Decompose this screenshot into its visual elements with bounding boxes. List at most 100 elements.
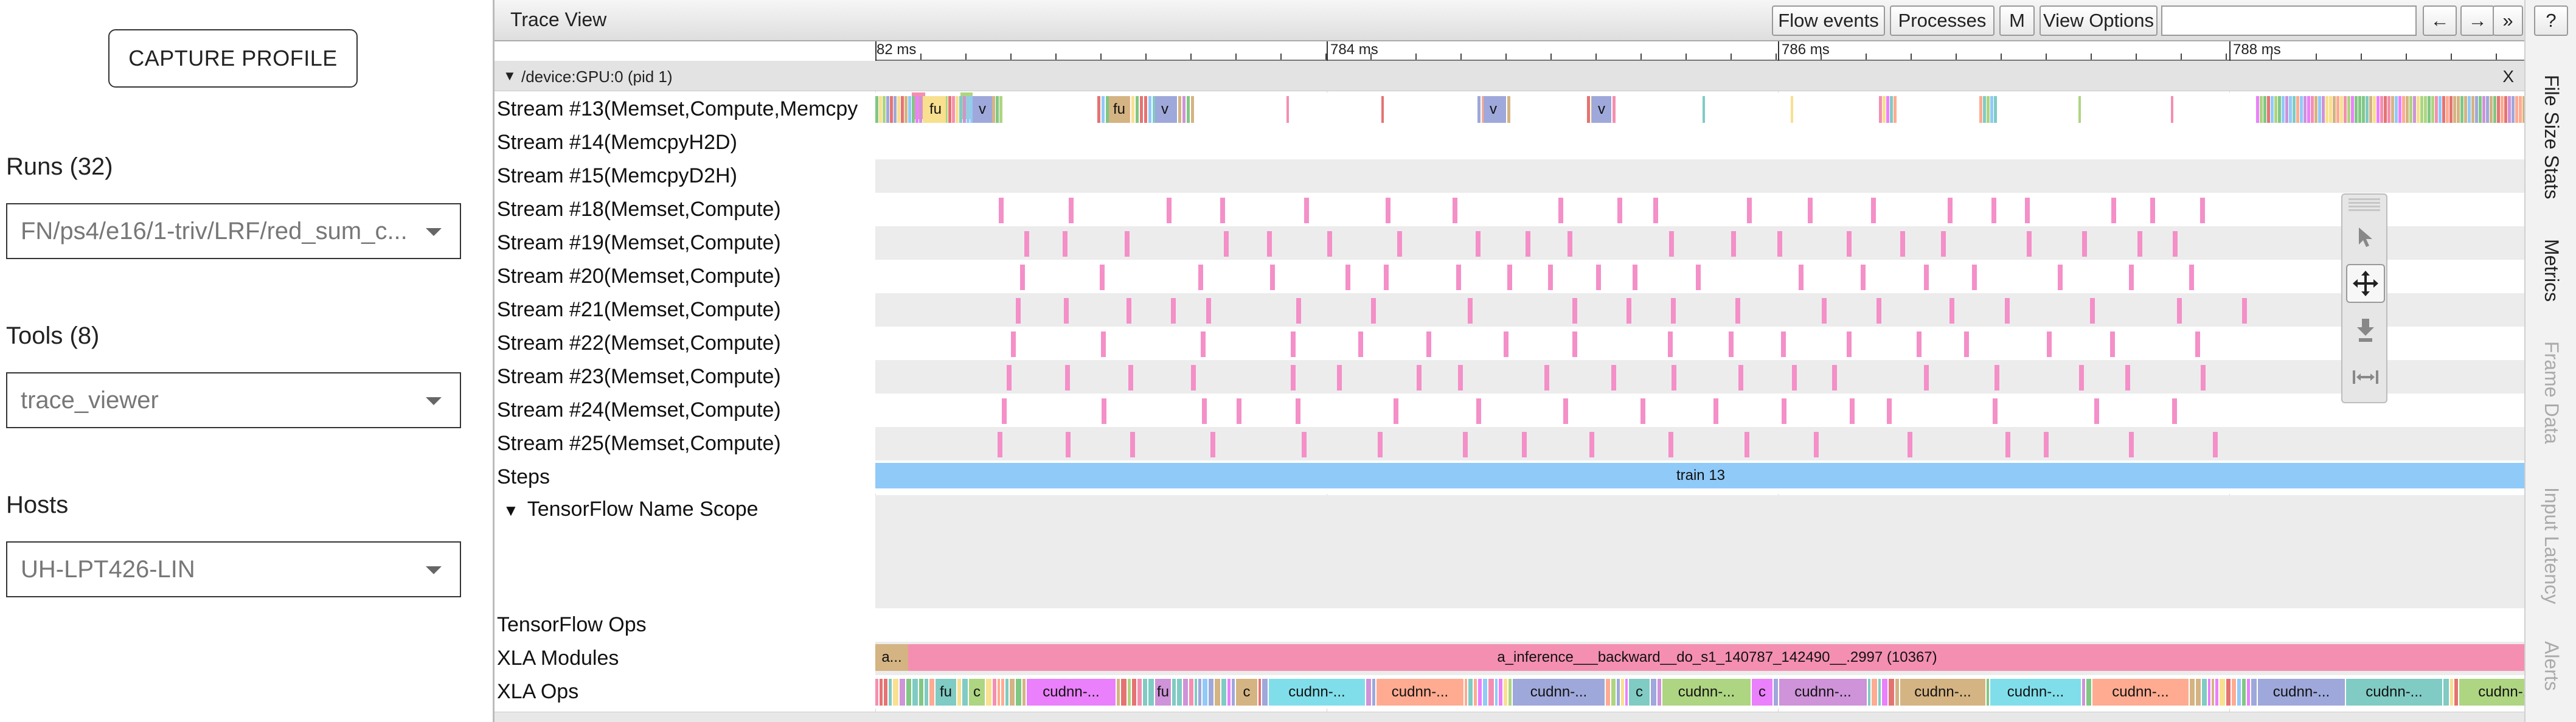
xla-op-slice[interactable] xyxy=(2454,679,2458,706)
xla-op-slice[interactable] xyxy=(1016,679,1021,706)
event-mark[interactable] xyxy=(1476,398,1481,424)
track-events[interactable]: train 13 xyxy=(875,460,2526,494)
event-mark[interactable] xyxy=(1611,365,1616,391)
event-slice[interactable] xyxy=(967,96,970,123)
event-slice[interactable] xyxy=(2322,96,2325,123)
event-mark[interactable] xyxy=(1426,331,1431,357)
event-mark[interactable] xyxy=(1237,398,1241,424)
event-slice[interactable] xyxy=(956,96,959,123)
event-mark[interactable] xyxy=(1504,331,1508,357)
event-mark[interactable] xyxy=(2125,365,2130,391)
event-mark[interactable] xyxy=(2044,432,2049,457)
xla-op-slice[interactable] xyxy=(1232,679,1235,706)
xla-op-slice[interactable] xyxy=(884,679,887,706)
event-slice[interactable] xyxy=(2300,96,2303,123)
track-events[interactable] xyxy=(875,226,2526,260)
event-mark[interactable] xyxy=(1102,398,1106,424)
event-mark[interactable] xyxy=(2110,331,2115,357)
track-xla-modules[interactable]: XLA Modules a... a_inference___backward_… xyxy=(495,642,2526,675)
event-mark[interactable] xyxy=(1745,432,1749,457)
xla-op-slice[interactable] xyxy=(1209,679,1213,706)
xla-op-slice[interactable] xyxy=(1658,679,1661,706)
event-mark[interactable] xyxy=(2129,432,2134,457)
track-stream-14[interactable]: Stream #14(MemcpyH2D) xyxy=(495,126,2526,159)
xla-op-slice[interactable]: cudnn-... xyxy=(1513,679,1605,706)
event-mark[interactable] xyxy=(2213,432,2218,457)
event-mark[interactable] xyxy=(1020,265,1025,290)
mouse-mode-palette[interactable] xyxy=(2341,193,2387,403)
event-mark[interactable] xyxy=(1729,331,1734,357)
event-slice[interactable] xyxy=(2406,96,2409,123)
event-slice[interactable] xyxy=(2376,96,2380,123)
event-mark[interactable] xyxy=(1668,432,1673,457)
event-mark[interactable] xyxy=(2005,298,2010,324)
event-slice[interactable] xyxy=(2424,96,2427,123)
event-slice[interactable] xyxy=(883,96,886,123)
xla-op-slice[interactable] xyxy=(1128,679,1131,706)
track-events[interactable] xyxy=(875,260,2526,293)
event-slice[interactable] xyxy=(1503,96,1506,123)
xla-op-slice[interactable] xyxy=(1132,679,1136,706)
event-mark[interactable] xyxy=(1063,231,1068,257)
event-mark[interactable] xyxy=(1949,298,1954,324)
event-mark[interactable] xyxy=(2058,265,2063,290)
event-mark[interactable] xyxy=(1128,365,1133,391)
event-slice[interactable] xyxy=(2442,96,2445,123)
event-mark[interactable] xyxy=(1941,231,1946,257)
event-mark[interactable] xyxy=(2137,231,2142,257)
event-mark[interactable] xyxy=(1202,398,1207,424)
event-mark[interactable] xyxy=(1327,231,1332,257)
xla-op-slice[interactable] xyxy=(925,679,928,706)
pan-icon[interactable] xyxy=(2346,264,2385,303)
event-mark[interactable] xyxy=(1735,298,1740,324)
event-slice[interactable] xyxy=(2460,96,2463,123)
event-slice[interactable] xyxy=(952,96,955,123)
event-mark[interactable] xyxy=(1130,432,1135,457)
event-slice[interactable] xyxy=(2325,96,2328,123)
event-mark[interactable] xyxy=(1064,298,1069,324)
event-mark[interactable] xyxy=(1617,198,1622,223)
event-mark[interactable] xyxy=(1476,231,1481,257)
track-stream-22[interactable]: Stream #22(Memset,Compute) xyxy=(495,327,2526,360)
event-mark[interactable] xyxy=(1653,198,1658,223)
event-mark[interactable] xyxy=(2025,198,2030,223)
event-slice[interactable] xyxy=(2307,96,2310,123)
xla-op-slice[interactable]: c xyxy=(1236,679,1257,706)
event-slice[interactable] xyxy=(1148,96,1151,123)
xla-op-slice[interactable] xyxy=(1189,679,1193,706)
track-events[interactable] xyxy=(875,394,2526,427)
xla-op-slice[interactable] xyxy=(906,679,911,706)
event-mark[interactable] xyxy=(2150,198,2155,223)
xla-op-slice[interactable] xyxy=(1474,679,1477,706)
event-slice[interactable] xyxy=(2347,96,2350,123)
xla-op-slice[interactable]: cudnn-... xyxy=(1377,679,1463,706)
event-slice[interactable] xyxy=(2311,96,2314,123)
event-slice[interactable] xyxy=(890,96,893,123)
event-mark[interactable] xyxy=(2082,231,2087,257)
event-slice[interactable]: v xyxy=(1592,96,1611,123)
event-mark[interactable] xyxy=(1640,398,1645,424)
event-mark[interactable] xyxy=(1456,265,1461,290)
event-slice[interactable] xyxy=(2289,96,2292,123)
event-mark[interactable] xyxy=(1024,231,1029,257)
event-mark[interactable] xyxy=(1572,331,1577,357)
event-slice[interactable] xyxy=(1879,96,1882,123)
event-slice[interactable] xyxy=(2493,96,2496,123)
event-slice[interactable] xyxy=(1182,96,1186,123)
event-mark[interactable] xyxy=(1731,231,1736,257)
event-mark[interactable] xyxy=(1397,231,1402,257)
step-slice[interactable]: train 13 xyxy=(875,463,2526,488)
event-slice[interactable] xyxy=(2468,96,2471,123)
event-mark[interactable] xyxy=(2173,231,2178,257)
track-events[interactable] xyxy=(875,293,2526,327)
event-mark[interactable] xyxy=(1626,298,1631,324)
event-slice[interactable] xyxy=(2329,96,2332,123)
event-slice[interactable] xyxy=(999,96,1002,123)
event-mark[interactable] xyxy=(1993,398,1998,424)
xla-op-slice[interactable] xyxy=(1872,679,1877,706)
xla-op-slice[interactable] xyxy=(1651,679,1656,706)
xla-op-slice[interactable] xyxy=(2212,679,2214,706)
event-mark[interactable] xyxy=(1847,231,1852,257)
event-slice[interactable] xyxy=(1102,96,1105,123)
event-mark[interactable] xyxy=(1876,298,1881,324)
